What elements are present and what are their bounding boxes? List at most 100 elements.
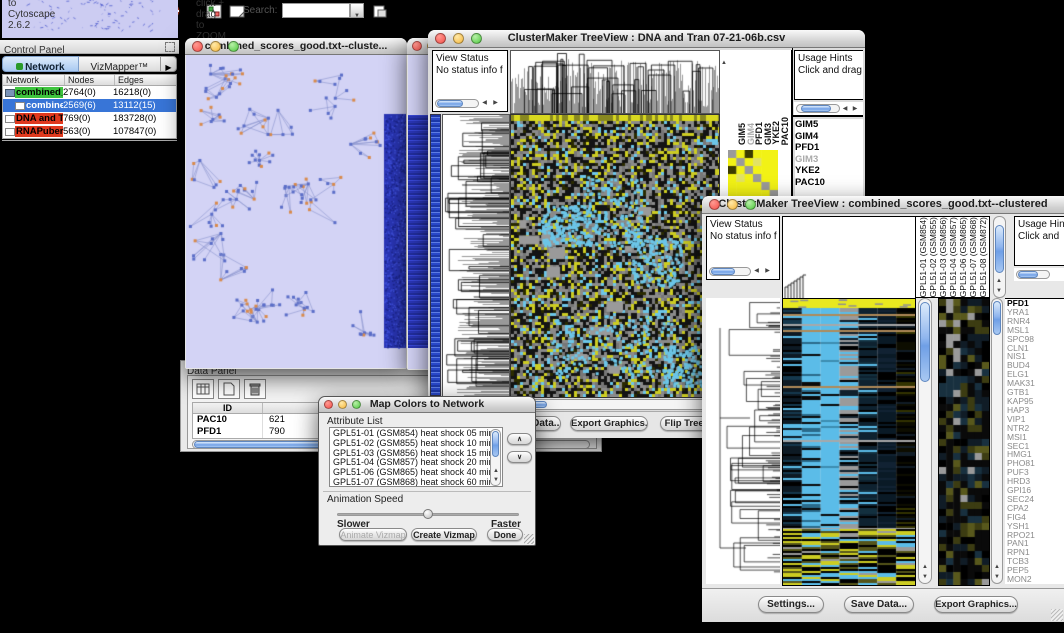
tab-network[interactable]: Network	[2, 56, 79, 72]
resize-grip[interactable]	[524, 534, 534, 544]
tv2-hints-scrollbar[interactable]	[1016, 270, 1050, 279]
close-button[interactable]	[709, 199, 720, 210]
tv1-column-dendrogram[interactable]	[510, 50, 720, 114]
network-nodes-count: 2764(0)	[63, 87, 113, 98]
attribute-batch-icon[interactable]	[370, 2, 390, 20]
move-attribute-down-button[interactable]: ∨	[507, 451, 532, 463]
tv1-zoom-column-label: GIM3	[763, 123, 772, 145]
float-panel-icon[interactable]	[165, 42, 175, 52]
scroll-right-icon[interactable]: ▶	[762, 267, 773, 275]
scroll-up-icon[interactable]: ▲	[994, 563, 1000, 571]
tv2-save-data-button[interactable]: Save Data...	[844, 596, 914, 613]
attribute-select-icon[interactable]	[192, 379, 214, 399]
tv2-zoom-heatmap[interactable]	[938, 298, 990, 586]
tv1-zoom-scroll-arrow[interactable]: ▲	[721, 51, 727, 69]
scroll-up-icon[interactable]: ▲	[493, 467, 499, 475]
resize-grip[interactable]	[1051, 609, 1063, 621]
tv2-collabel-vscrollbar[interactable]: ▲ ▼	[993, 216, 1006, 298]
tv2-heatmap[interactable]	[782, 298, 916, 586]
network-list-row[interactable]: combined_scores2764(0)16218(0)	[3, 86, 176, 99]
scroll-right-icon[interactable]: ▶	[850, 105, 860, 113]
network-name: RNAPuberNov2+	[15, 126, 63, 137]
tv2-column-dendrogram[interactable]	[782, 216, 916, 300]
move-attribute-up-button[interactable]: ∧	[507, 433, 532, 445]
chevron-down-icon: ▼	[354, 13, 360, 19]
network-edges-count: 13112(15)	[113, 100, 176, 111]
scroll-down-icon[interactable]: ▼	[994, 573, 1000, 581]
scroll-up-icon[interactable]: ▲	[922, 563, 928, 571]
tv2-column-label: GPL51-08 (GSM872)	[978, 217, 988, 297]
tv1-view-status: View Status No status info f ◀▶	[432, 50, 508, 112]
tv1-export-graphics-button[interactable]: Export Graphics...	[570, 416, 648, 431]
tv1-left-scroll-strip[interactable]	[430, 114, 441, 396]
network-edges-count: 16218(0)	[113, 87, 176, 98]
scroll-left-icon[interactable]: ◀	[751, 267, 762, 275]
tv2-column-label: GPL51-04 (GSM857)	[948, 217, 958, 297]
tv1-status-scrollbar[interactable]	[435, 99, 479, 108]
close-button[interactable]	[324, 400, 333, 409]
network-list-row[interactable]: DNA and Tran 07769(0)183728(0)	[3, 112, 176, 125]
attribute-list-item[interactable]: GPL51-07 (GSM868) heat shock 60 min	[333, 478, 502, 487]
scroll-left-icon[interactable]: ◀	[840, 105, 850, 113]
network-nodes-count: 769(0)	[63, 113, 113, 124]
tv2-zoom-vscrollbar[interactable]: ▲ ▼	[991, 298, 1003, 584]
tv2-gene-labels: PFD1YRA1RNR4MSL1SPC98CLN1NIS1BUD4ELG1MAK…	[1005, 298, 1064, 584]
scroll-down-icon[interactable]: ▼	[493, 476, 499, 484]
tv1-hints-scrollbar[interactable]	[796, 104, 840, 113]
tv1-usage-hints: Usage Hints Click and drag to	[794, 50, 863, 100]
tv1-row-dendrogram[interactable]	[442, 114, 510, 398]
tab-overflow-button[interactable]: ▶	[161, 56, 177, 72]
scroll-up-icon[interactable]: ▲	[996, 277, 1002, 285]
tv2-heatmap-vscrollbar[interactable]: ▲ ▼	[918, 298, 932, 584]
zoom-button[interactable]	[471, 33, 482, 44]
tv1-zoom-column-label: YKE2	[771, 121, 780, 145]
attribute-listbox[interactable]: GPL51-01 (GSM854) heat shock 05 minGPL51…	[329, 427, 503, 487]
create-vizmap-button[interactable]: Create Vizmap	[411, 528, 477, 541]
minimize-button[interactable]	[210, 41, 221, 52]
zoom-button[interactable]	[228, 41, 239, 52]
delete-attribute-icon[interactable]	[244, 379, 266, 399]
tv2-row-dendrogram[interactable]	[706, 298, 780, 584]
scroll-right-icon[interactable]: ▶	[490, 99, 501, 107]
network-nodes-count: 563(0)	[63, 126, 113, 137]
slider-thumb[interactable]	[423, 509, 433, 519]
caret-down-icon: ∨	[517, 454, 522, 461]
done-button[interactable]: Done	[487, 528, 523, 541]
attribute-row-id: PFD1	[193, 426, 263, 438]
zoom-button[interactable]	[352, 400, 361, 409]
tv1-heatmap[interactable]	[510, 114, 720, 398]
close-button[interactable]	[192, 41, 203, 52]
scroll-left-icon[interactable]: ◀	[479, 99, 490, 107]
tv2-settings-button[interactable]: Settings...	[758, 596, 824, 613]
network-canvas[interactable]	[186, 55, 406, 368]
network-list-row[interactable]: RNAPuberNov2+563(0)107847(0)	[3, 125, 176, 138]
tv2-column-label: GPL51-01 (GSM854)	[918, 217, 928, 297]
network-view-window: combined_scores_good.txt--cluste...	[185, 38, 407, 369]
new-attribute-icon[interactable]	[218, 379, 240, 399]
animate-vizmap-button[interactable]: Animate Vizmap	[339, 528, 407, 541]
close-button[interactable]	[412, 41, 422, 51]
tv2-status-scrollbar[interactable]	[709, 267, 751, 276]
arrow-right-icon: ▶	[165, 63, 171, 72]
tv2-view-status: View Status No status info f ◀▶	[706, 216, 780, 280]
close-button[interactable]	[435, 33, 446, 44]
folder-icon	[5, 89, 15, 97]
tv1-zoom-submatrix[interactable]	[728, 150, 778, 198]
zoom-button[interactable]	[745, 199, 756, 210]
search-input[interactable]	[282, 3, 350, 18]
id-column-header[interactable]: ID	[193, 403, 263, 413]
treeview2-title: ClusterMaker TreeView : combined_scores_…	[718, 198, 1047, 210]
network-list-row[interactable]: combined_sco2569(6)13112(15)	[3, 99, 176, 112]
animation-speed-slider[interactable]	[337, 509, 519, 519]
minimize-button[interactable]	[338, 400, 347, 409]
minimize-button[interactable]	[727, 199, 738, 210]
scroll-down-icon[interactable]: ▼	[996, 287, 1002, 295]
tab-vizmapper[interactable]: VizMapper™	[79, 56, 161, 72]
attribute-list-vscrollbar[interactable]: ▲ ▼	[490, 429, 501, 486]
minimize-button[interactable]	[453, 33, 464, 44]
search-dropdown-button[interactable]: ▼	[350, 3, 364, 18]
scroll-down-icon[interactable]: ▼	[922, 573, 928, 581]
tv2-export-graphics-button[interactable]: Export Graphics...	[934, 596, 1018, 613]
network-name: combined_scores	[15, 87, 63, 98]
search-label: Search:	[243, 5, 277, 16]
